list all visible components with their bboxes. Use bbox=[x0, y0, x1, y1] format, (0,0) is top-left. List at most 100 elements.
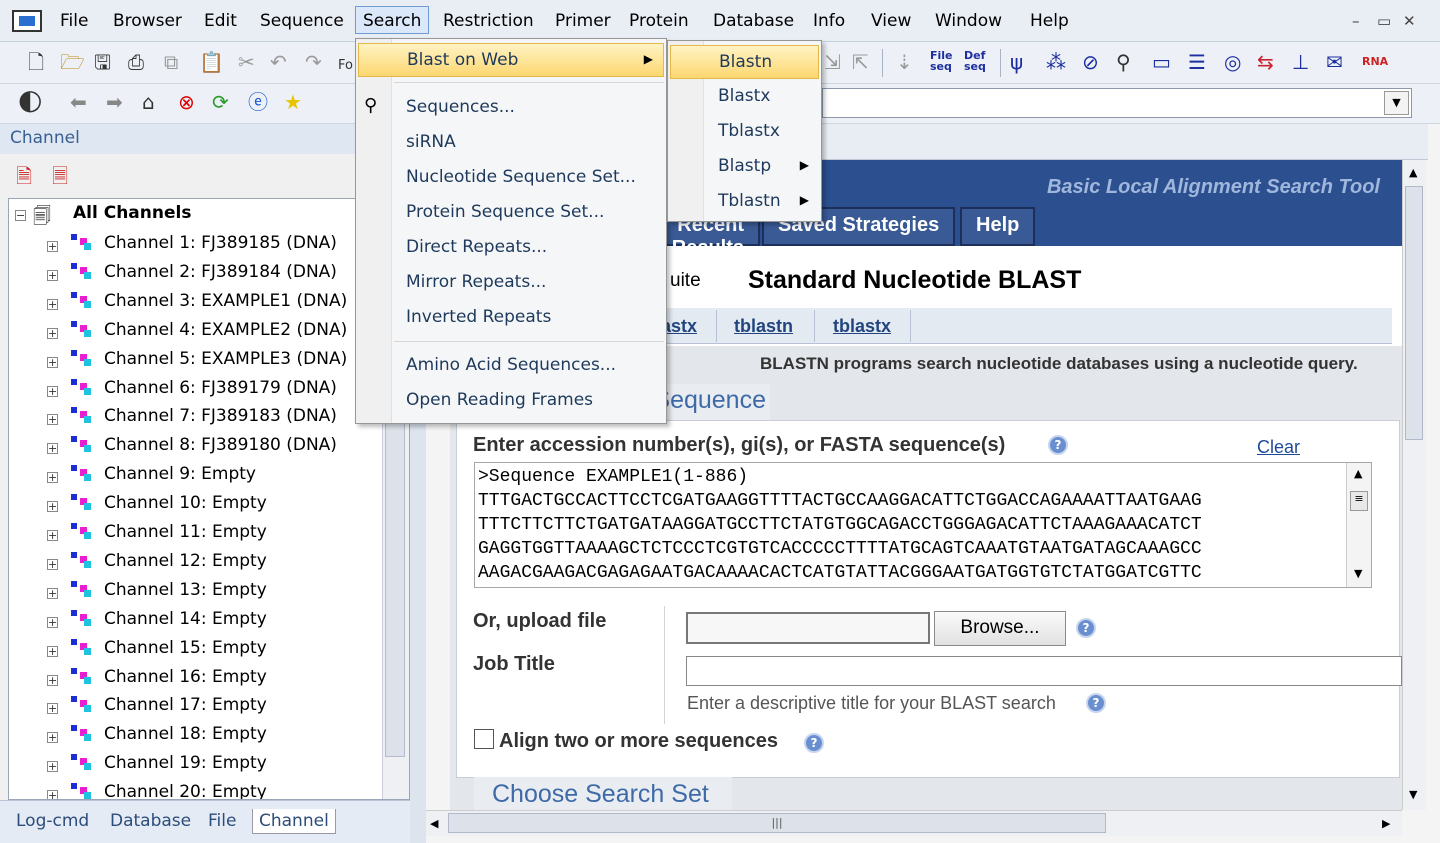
expand-icon[interactable]: + bbox=[47, 414, 58, 426]
browse-button[interactable]: Browse... bbox=[934, 611, 1066, 646]
copy-icon[interactable]: ⧉ bbox=[164, 50, 178, 74]
menu-item-inverted-repeats[interactable]: Inverted Repeats bbox=[358, 301, 664, 335]
menu-search[interactable]: Search bbox=[355, 6, 430, 34]
tab-tblastx[interactable]: tblastx bbox=[833, 316, 891, 337]
tab-help[interactable]: Help bbox=[960, 207, 1036, 246]
expand-icon[interactable]: + bbox=[47, 558, 58, 570]
menu-database[interactable]: Database bbox=[705, 8, 802, 36]
clear-link[interactable]: Clear bbox=[1257, 437, 1300, 458]
favorites-star-icon[interactable]: ★ bbox=[284, 90, 302, 114]
menu-restriction[interactable]: Restriction bbox=[435, 8, 542, 36]
zoom-out-icon[interactable]: ⇱ bbox=[852, 50, 869, 74]
restriction-icon[interactable]: ψ bbox=[1010, 50, 1023, 74]
expand-icon[interactable]: + bbox=[47, 241, 58, 252]
expand-icon[interactable]: + bbox=[47, 616, 58, 628]
url-dropdown-arrow-icon[interactable]: ▼ bbox=[1384, 91, 1409, 115]
sequence-map-icon[interactable]: ⁂ bbox=[1046, 50, 1066, 74]
font-button-fragment[interactable]: Fo bbox=[338, 54, 353, 78]
app-icon[interactable] bbox=[12, 10, 42, 32]
menu-protein[interactable]: Protein bbox=[621, 8, 697, 36]
blast-suite-label[interactable]: uite bbox=[670, 270, 701, 292]
menu-item-sequences[interactable]: ⚲ Sequences... bbox=[358, 91, 664, 125]
expand-icon[interactable]: + bbox=[47, 501, 58, 513]
menu-item-nucleotide-set[interactable]: Nucleotide Sequence Set... bbox=[358, 161, 664, 195]
menu-edit[interactable]: Edit bbox=[196, 8, 245, 36]
menu-sequence[interactable]: Sequence bbox=[252, 8, 352, 36]
menu-file[interactable]: File bbox=[52, 8, 96, 36]
list-icon[interactable]: ☰ bbox=[1188, 50, 1206, 74]
scroll-right-icon[interactable]: ▶ bbox=[1382, 817, 1390, 830]
expand-icon[interactable]: + bbox=[47, 674, 58, 686]
find-binoculars-icon[interactable]: ⚲ bbox=[1116, 50, 1131, 74]
scroll-up-icon[interactable]: ▲ bbox=[1354, 467, 1362, 480]
orf-icon[interactable]: ◎ bbox=[1224, 50, 1241, 74]
expand-icon[interactable]: + bbox=[47, 472, 58, 484]
menu-item-direct-repeats[interactable]: Direct Repeats... bbox=[358, 231, 664, 265]
channel-export-icon[interactable]: 🗎 bbox=[16, 164, 32, 188]
expand-icon[interactable]: + bbox=[47, 530, 58, 541]
expand-icon[interactable]: + bbox=[47, 761, 58, 773]
cut-icon[interactable]: ✂ bbox=[238, 50, 255, 74]
open-folder-icon[interactable]: 🗁 bbox=[60, 50, 85, 74]
menu-item-orf[interactable]: Open Reading Frames bbox=[358, 384, 664, 418]
ruler-icon[interactable]: ▭ bbox=[1152, 50, 1171, 74]
align-sequences-checkbox[interactable] bbox=[474, 729, 494, 749]
menu-item-sirna[interactable]: siRNA bbox=[358, 126, 664, 160]
new-file-icon[interactable]: 🗋 bbox=[28, 50, 44, 74]
help-icon[interactable]: ? bbox=[1076, 618, 1096, 638]
minimize-button[interactable]: – bbox=[1352, 12, 1360, 30]
file-path-field[interactable] bbox=[686, 612, 930, 644]
paste-icon[interactable]: 📋 bbox=[199, 50, 224, 74]
scroll-down-icon[interactable]: ▼ bbox=[1354, 567, 1362, 580]
help-icon[interactable]: ? bbox=[804, 733, 824, 753]
redo-icon[interactable]: ↷ bbox=[305, 50, 322, 74]
submenu-item-tblastx[interactable]: Tblastx bbox=[670, 115, 819, 149]
file-seq-button[interactable]: File seq bbox=[930, 50, 956, 72]
channel-report-icon[interactable]: 🗏 bbox=[52, 164, 68, 188]
refresh-icon[interactable]: ⟳ bbox=[212, 90, 229, 114]
scroll-down-icon[interactable]: ▼ bbox=[1409, 788, 1417, 801]
align-icon[interactable]: ⇆ bbox=[1257, 50, 1274, 74]
job-title-input[interactable] bbox=[686, 656, 1402, 686]
seq-icon[interactable]: ⇣ bbox=[896, 50, 913, 74]
tab-database[interactable]: Database bbox=[104, 809, 197, 833]
page-horizontal-thumb[interactable]: ||| bbox=[448, 813, 1106, 833]
forward-arrow-icon[interactable]: ➡ bbox=[106, 90, 123, 114]
dotplot-icon[interactable]: ⊘ bbox=[1082, 50, 1099, 74]
tab-channel[interactable]: Channel bbox=[252, 809, 336, 834]
save-icon[interactable]: 🖫 bbox=[94, 50, 111, 74]
expand-icon[interactable]: + bbox=[47, 356, 58, 368]
stop-icon[interactable]: ⊗ bbox=[178, 90, 195, 114]
submenu-item-blastx[interactable]: Blastx bbox=[670, 80, 819, 114]
menu-browser[interactable]: Browser bbox=[105, 8, 190, 36]
expand-icon[interactable]: + bbox=[47, 327, 58, 339]
scroll-up-icon[interactable]: ▲ bbox=[1409, 166, 1417, 179]
menu-item-protein-set[interactable]: Protein Sequence Set... bbox=[358, 196, 664, 230]
zoom-in-icon[interactable]: ⇲ bbox=[824, 50, 841, 74]
def-seq-button[interactable]: Def seq bbox=[964, 50, 992, 72]
submenu-item-blastn[interactable]: Blastn bbox=[670, 45, 819, 79]
print-icon[interactable]: ⎙ bbox=[128, 50, 144, 74]
align-sequences-label[interactable]: Align two or more sequences bbox=[499, 730, 778, 753]
undo-icon[interactable]: ↶ bbox=[270, 50, 287, 74]
expand-icon[interactable]: + bbox=[47, 732, 58, 744]
expand-icon[interactable]: + bbox=[47, 443, 58, 455]
help-icon[interactable]: ? bbox=[1048, 435, 1068, 455]
submenu-item-blastp[interactable]: Blastp ▶ bbox=[670, 150, 819, 184]
expand-icon[interactable]: + bbox=[47, 385, 58, 397]
home-icon[interactable]: ⌂ bbox=[142, 90, 155, 114]
menu-help[interactable]: Help bbox=[1022, 8, 1077, 36]
page-vertical-thumb[interactable] bbox=[1405, 186, 1423, 440]
back-arrow-icon[interactable]: ⬅ bbox=[70, 90, 87, 114]
tab-log-cmd[interactable]: Log-cmd bbox=[10, 809, 95, 833]
menu-view[interactable]: View bbox=[863, 8, 919, 36]
url-combobox[interactable] bbox=[822, 88, 1412, 118]
help-icon[interactable]: ? bbox=[1086, 693, 1106, 713]
menu-window[interactable]: Window bbox=[927, 8, 1010, 36]
menu-primer[interactable]: Primer bbox=[547, 8, 619, 36]
scroll-thumb[interactable]: ≡ bbox=[1350, 491, 1368, 511]
sequence-textarea[interactable]: >Sequence EXAMPLE1(1-886) TTTGACTGCCACTTC… bbox=[474, 462, 1372, 588]
menu-item-blast-on-web[interactable]: Blast on Web ▶ bbox=[358, 43, 664, 77]
expand-icon[interactable]: + bbox=[47, 587, 58, 599]
tab-tblastn[interactable]: tblastn bbox=[734, 316, 793, 337]
